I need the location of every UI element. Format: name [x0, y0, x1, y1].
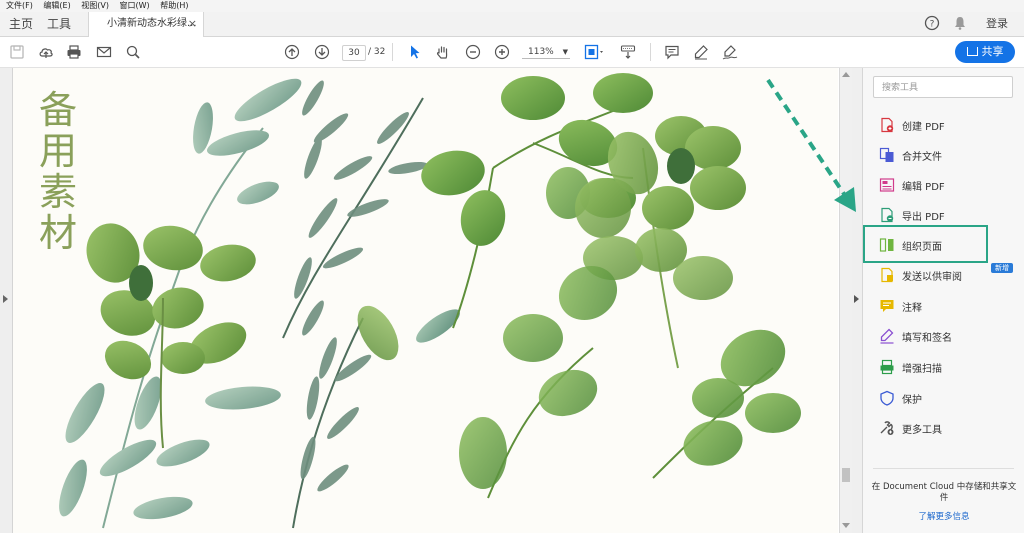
page-number-input[interactable]: 30 [342, 45, 366, 61]
enhance-scan-icon [879, 359, 895, 375]
chevron-down-icon: ▼ [562, 48, 568, 56]
tool-label: 合并文件 [902, 151, 942, 163]
pdf-page-canvas[interactable]: 备 用 素 材 [13, 68, 838, 533]
tab-bar: 主页 工具 小清新动态水彩绿... × ? 登录 [0, 12, 1024, 37]
tool-enhance-scan[interactable]: 增强扫描 [879, 357, 942, 377]
tool-label: 导出 PDF [902, 211, 945, 223]
tools-panel: 搜索工具 创建 PDF 合并文件 编辑 PDF 导出 PDF 组织页面 发送以供… [863, 68, 1024, 533]
vertical-scrollbar[interactable] [839, 68, 852, 533]
zoom-value: 113% [528, 47, 554, 57]
menu-view[interactable]: 视图(V) [81, 1, 109, 10]
panel-divider [873, 468, 1014, 469]
document-cloud-text: 在 Document Cloud 中存储和共享文件 [871, 482, 1017, 503]
expand-left-icon [3, 295, 8, 303]
toolbar-divider [392, 43, 393, 61]
scroll-up-icon[interactable] [842, 72, 850, 77]
sign-icon[interactable] [722, 44, 738, 60]
scrollbar-thumb[interactable] [842, 468, 850, 482]
combine-files-icon [879, 147, 895, 163]
share-button[interactable]: 共享 [955, 41, 1015, 63]
tool-export-pdf[interactable]: 导出 PDF [879, 205, 945, 225]
tool-protect[interactable]: 保护 [879, 388, 922, 408]
protect-icon [879, 390, 895, 406]
tools-search-input[interactable]: 搜索工具 [873, 76, 1013, 98]
tool-label: 增强扫描 [902, 363, 942, 375]
share-label: 共享 [981, 45, 1004, 58]
tool-send-review[interactable]: 发送以供审阅 [879, 265, 962, 285]
send-review-icon [879, 267, 895, 283]
zoom-in-icon[interactable] [494, 44, 510, 60]
comment-icon[interactable] [664, 44, 680, 60]
tool-label: 填写和签名 [902, 332, 952, 344]
zoom-select[interactable]: 113% ▼ [522, 45, 570, 59]
tool-label: 发送以供审阅 [902, 271, 962, 283]
svg-text:?: ? [930, 20, 935, 30]
bell-icon[interactable] [952, 15, 968, 33]
select-cursor-icon[interactable] [407, 44, 423, 60]
save-icon[interactable] [9, 44, 25, 60]
more-tools-icon [879, 420, 895, 436]
tool-label: 注释 [902, 302, 922, 314]
previous-page-icon[interactable] [284, 44, 300, 60]
tab-document[interactable]: 小清新动态水彩绿... × [88, 12, 204, 37]
print-icon[interactable] [66, 44, 82, 60]
toolbar: 30 / 32 113% ▼ 共享 [0, 37, 1024, 68]
tool-label: 保护 [902, 394, 922, 406]
tool-comment[interactable]: 注释 [879, 296, 922, 316]
email-icon[interactable] [96, 44, 112, 60]
learn-more-link[interactable]: 了解更多信息 [869, 510, 1019, 522]
tool-more-tools[interactable]: 更多工具 [879, 418, 942, 438]
tab-home[interactable]: 主页 [9, 12, 33, 36]
share-icon [966, 47, 978, 56]
tab-tools[interactable]: 工具 [47, 12, 71, 36]
find-icon[interactable] [125, 44, 141, 60]
tool-label: 编辑 PDF [902, 181, 945, 193]
tool-combine-files[interactable]: 合并文件 [879, 145, 942, 165]
upload-cloud-icon[interactable] [38, 44, 54, 60]
page-total: / 32 [368, 47, 386, 57]
tool-label: 更多工具 [902, 424, 942, 436]
menu-file[interactable]: 文件(F) [6, 1, 33, 10]
organize-pages-highlight-box [863, 225, 988, 263]
export-pdf-icon [879, 207, 895, 223]
close-tab-icon[interactable]: × [188, 12, 197, 36]
tool-label: 创建 PDF [902, 121, 945, 133]
menu-help[interactable]: 帮助(H) [160, 1, 188, 10]
zoom-out-icon[interactable] [465, 44, 481, 60]
tool-fill-sign[interactable]: 填写和签名 [879, 326, 952, 346]
left-panel-toggle[interactable] [0, 68, 13, 533]
scroll-down-icon[interactable] [842, 523, 850, 528]
login-link[interactable]: 登录 [986, 12, 1008, 36]
comment-icon [879, 298, 895, 314]
tool-edit-pdf[interactable]: 编辑 PDF [879, 175, 945, 195]
right-panel-toggle[interactable] [852, 68, 863, 533]
menu-window[interactable]: 窗口(W) [120, 1, 150, 10]
hand-tool-icon[interactable] [435, 44, 451, 60]
help-icon[interactable]: ? [924, 15, 940, 33]
create-pdf-icon [879, 117, 895, 133]
keyboard-scroll-icon[interactable] [620, 44, 636, 60]
edit-pdf-icon [879, 177, 895, 193]
watercolor-leaves-illustration [59, 73, 801, 529]
tool-create-pdf[interactable]: 创建 PDF [879, 115, 945, 135]
fill-sign-icon [879, 328, 895, 344]
new-badge: 新增 [991, 263, 1013, 273]
collapse-right-icon [854, 295, 859, 303]
toolbar-divider [650, 43, 651, 61]
document-tab-title: 小清新动态水彩绿... [107, 18, 197, 29]
next-page-icon[interactable] [314, 44, 330, 60]
highlight-pen-icon[interactable] [693, 44, 709, 60]
menu-edit[interactable]: 编辑(E) [43, 1, 70, 10]
page-view-icon[interactable] [584, 44, 606, 60]
